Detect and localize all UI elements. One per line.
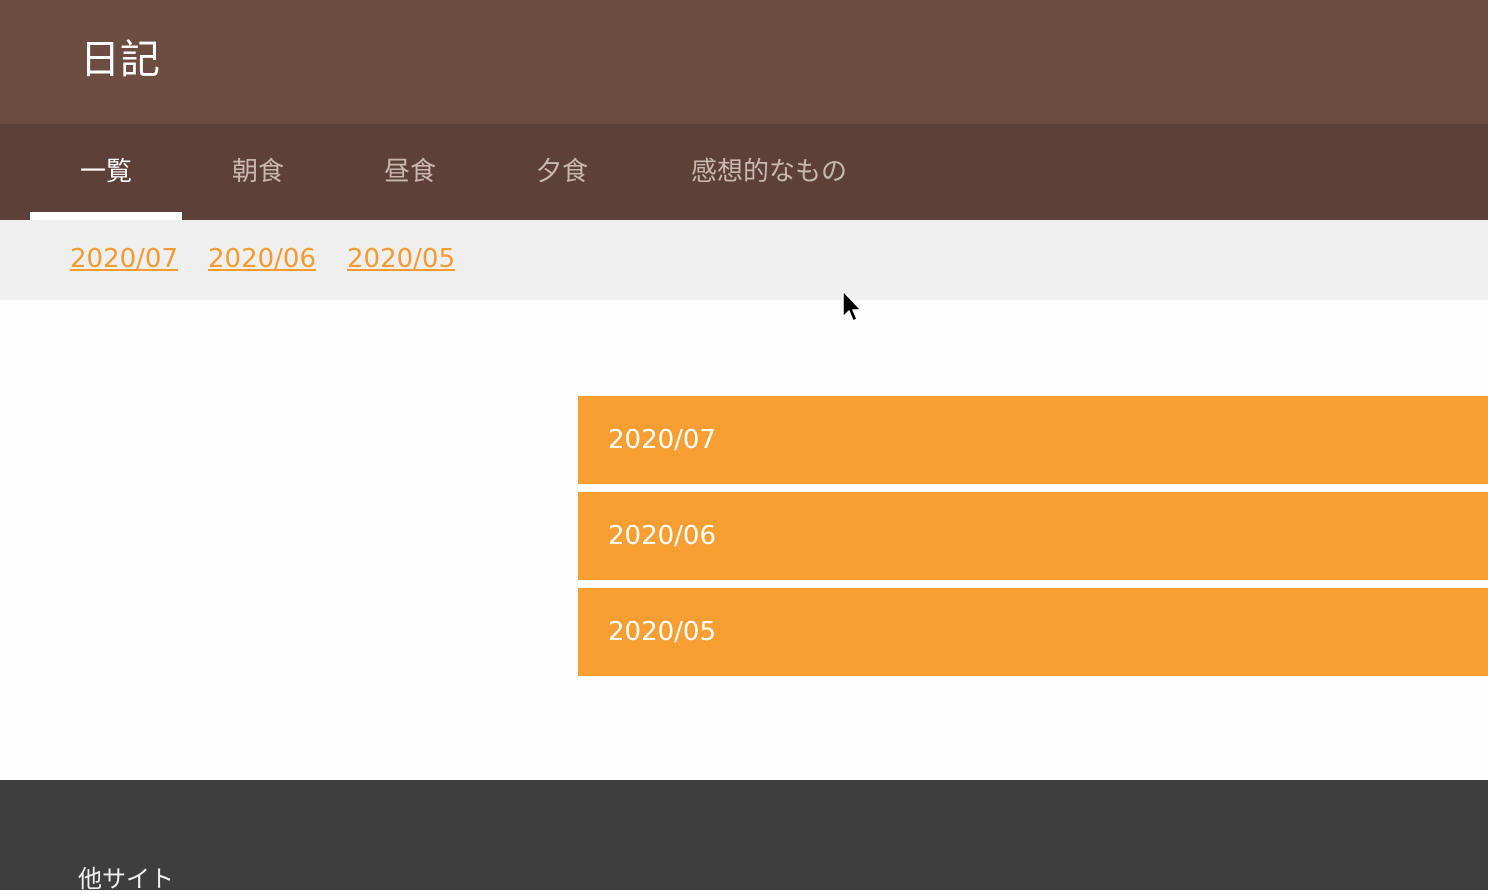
footer: 他サイト: [0, 780, 1488, 893]
month-card-label: 2020/07: [608, 425, 717, 455]
month-card-2020-06[interactable]: 2020/06: [578, 492, 1488, 580]
tab-breakfast[interactable]: 朝食: [182, 124, 334, 220]
month-link-2020-05[interactable]: 2020/05: [347, 242, 455, 276]
tab-dinner[interactable]: 夕食: [486, 124, 638, 220]
month-link-2020-07[interactable]: 2020/07: [70, 242, 178, 276]
month-link-2020-06[interactable]: 2020/06: [208, 242, 316, 276]
month-nav-bar: 2020/07 2020/06 2020/05: [0, 220, 1488, 300]
month-card-2020-07[interactable]: 2020/07: [578, 396, 1488, 484]
month-card-2020-05[interactable]: 2020/05: [578, 588, 1488, 676]
month-card-label: 2020/05: [608, 617, 717, 647]
tab-lunch[interactable]: 昼食: [334, 124, 486, 220]
tab-impressions[interactable]: 感想的なもの: [638, 124, 900, 220]
active-tab-indicator: [30, 212, 182, 220]
app-header: 日記: [0, 0, 1488, 124]
app-title: 日記: [80, 37, 160, 83]
month-card-label: 2020/06: [608, 521, 717, 551]
tab-bar: 一覧 朝食 昼食 夕食 感想的なもの: [0, 124, 1488, 220]
mouse-pointer-icon: [842, 290, 862, 322]
tab-list[interactable]: 一覧: [30, 124, 182, 220]
